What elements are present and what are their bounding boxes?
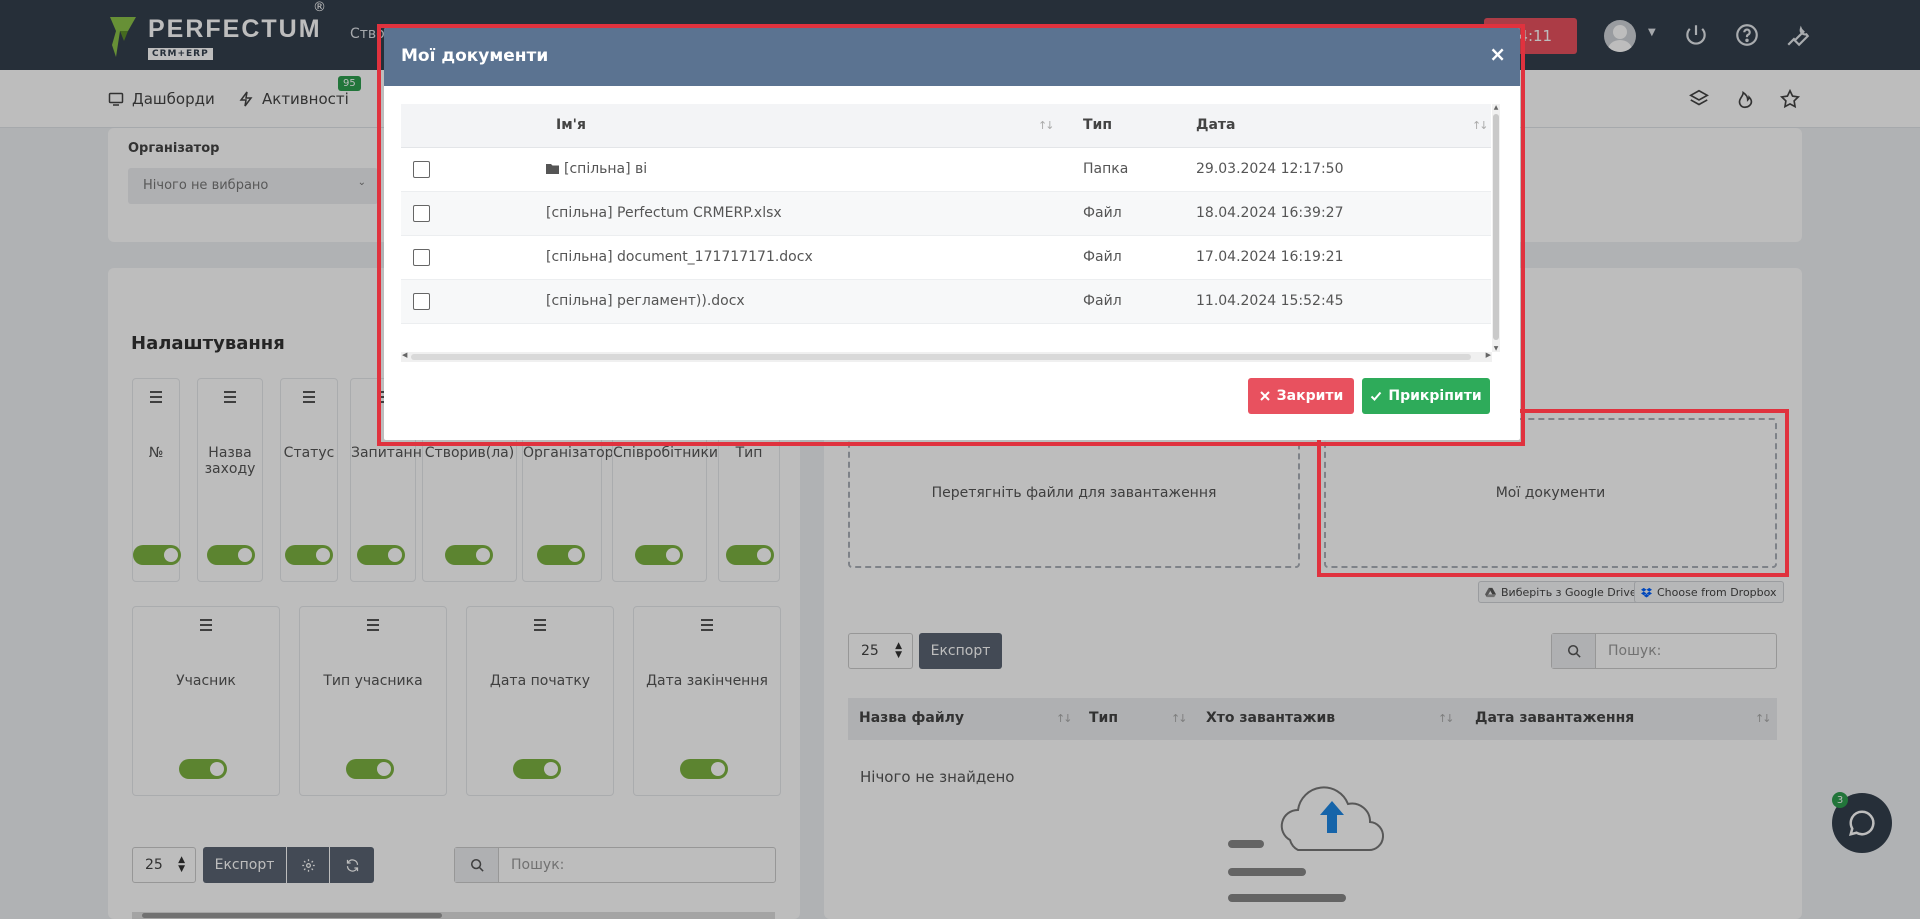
highlight-modal: [377, 24, 1525, 446]
